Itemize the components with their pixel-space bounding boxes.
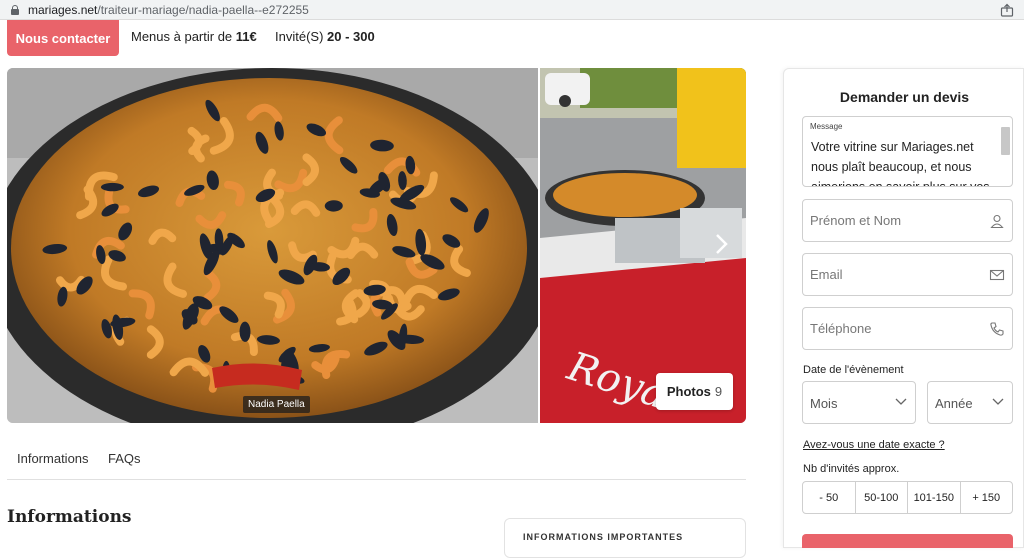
guest-option-101-150[interactable]: 101-150 (908, 482, 961, 513)
phone-input[interactable] (810, 321, 980, 336)
vendor-topbar: Nous contacter Menus à partir de 11€ Inv… (0, 20, 1024, 58)
month-placeholder: Mois (810, 396, 838, 411)
form-title: Demander un devis (839, 89, 970, 105)
guests-info: Invité(S) 20 - 300 (275, 29, 375, 44)
important-info-card: INFORMATIONS IMPORTANTES (504, 518, 746, 558)
phone-icon (990, 322, 1004, 336)
guests-label: Nb d'invités approx. (803, 463, 900, 475)
year-select[interactable]: Année (927, 381, 1013, 424)
section-title: Informations (7, 507, 132, 527)
year-placeholder: Année (935, 396, 973, 411)
next-photo-icon[interactable] (711, 232, 731, 256)
paella-photo[interactable] (7, 68, 538, 423)
message-textarea[interactable]: Message Votre vitrine sur Mariages.net n… (802, 116, 1013, 187)
tab-informations[interactable]: Informations (17, 451, 89, 466)
lock-icon (10, 4, 20, 15)
phone-field[interactable] (802, 307, 1013, 350)
browser-address-bar[interactable]: mariages.net/traiteur-mariage/nadia-pael… (0, 0, 1024, 20)
guest-option-under-50[interactable]: - 50 (803, 482, 856, 513)
photos-count: 9 (714, 384, 723, 399)
event-date-label: Date de l'évènement (803, 364, 904, 376)
email-field[interactable] (802, 253, 1013, 296)
email-input[interactable] (810, 267, 980, 282)
user-icon (990, 214, 1004, 229)
share-icon[interactable] (1000, 3, 1014, 17)
guest-count-selector: - 50 50-100 101-150 + 150 (802, 481, 1013, 514)
menu-price-value: 11€ (235, 29, 257, 44)
tab-faqs[interactable]: FAQs (108, 451, 141, 466)
photos-count-button[interactable]: Photos 9 (656, 373, 733, 410)
chevron-down-icon (895, 398, 907, 405)
message-text[interactable]: Votre vitrine sur Mariages.net nous plaî… (811, 137, 997, 186)
name-input[interactable] (810, 213, 980, 228)
exact-date-link[interactable]: Avez-vous une date exacte ? (803, 439, 945, 451)
guest-option-over-150[interactable]: + 150 (961, 482, 1013, 513)
submit-button[interactable] (802, 534, 1013, 548)
guests-range: 20 - 300 (327, 29, 375, 44)
photo-gallery: Roya Nadia Paella Photos 9 (7, 68, 746, 423)
name-field[interactable] (802, 199, 1013, 242)
chevron-down-icon (992, 398, 1004, 405)
url-text[interactable]: mariages.net/traiteur-mariage/nadia-pael… (28, 3, 309, 17)
card-heading: INFORMATIONS IMPORTANTES (523, 532, 684, 542)
menu-price-info: Menus à partir de 11€ (131, 29, 257, 44)
content-tabs: Informations FAQs (7, 440, 746, 480)
guest-option-50-100[interactable]: 50-100 (856, 482, 908, 513)
photo-caption: Nadia Paella (243, 396, 310, 413)
envelope-icon (989, 269, 1005, 281)
quote-form: Demander un devis Message Votre vitrine … (783, 68, 1024, 548)
menu-price-prefix: Menus à partir de (131, 29, 236, 44)
contact-button[interactable]: Nous contacter (7, 20, 119, 56)
month-select[interactable]: Mois (802, 381, 916, 424)
message-label: Message (810, 122, 843, 131)
message-scrollbar[interactable] (1001, 127, 1010, 155)
guests-prefix: Invité(S) (275, 29, 328, 44)
photos-label: Photos (666, 384, 711, 399)
